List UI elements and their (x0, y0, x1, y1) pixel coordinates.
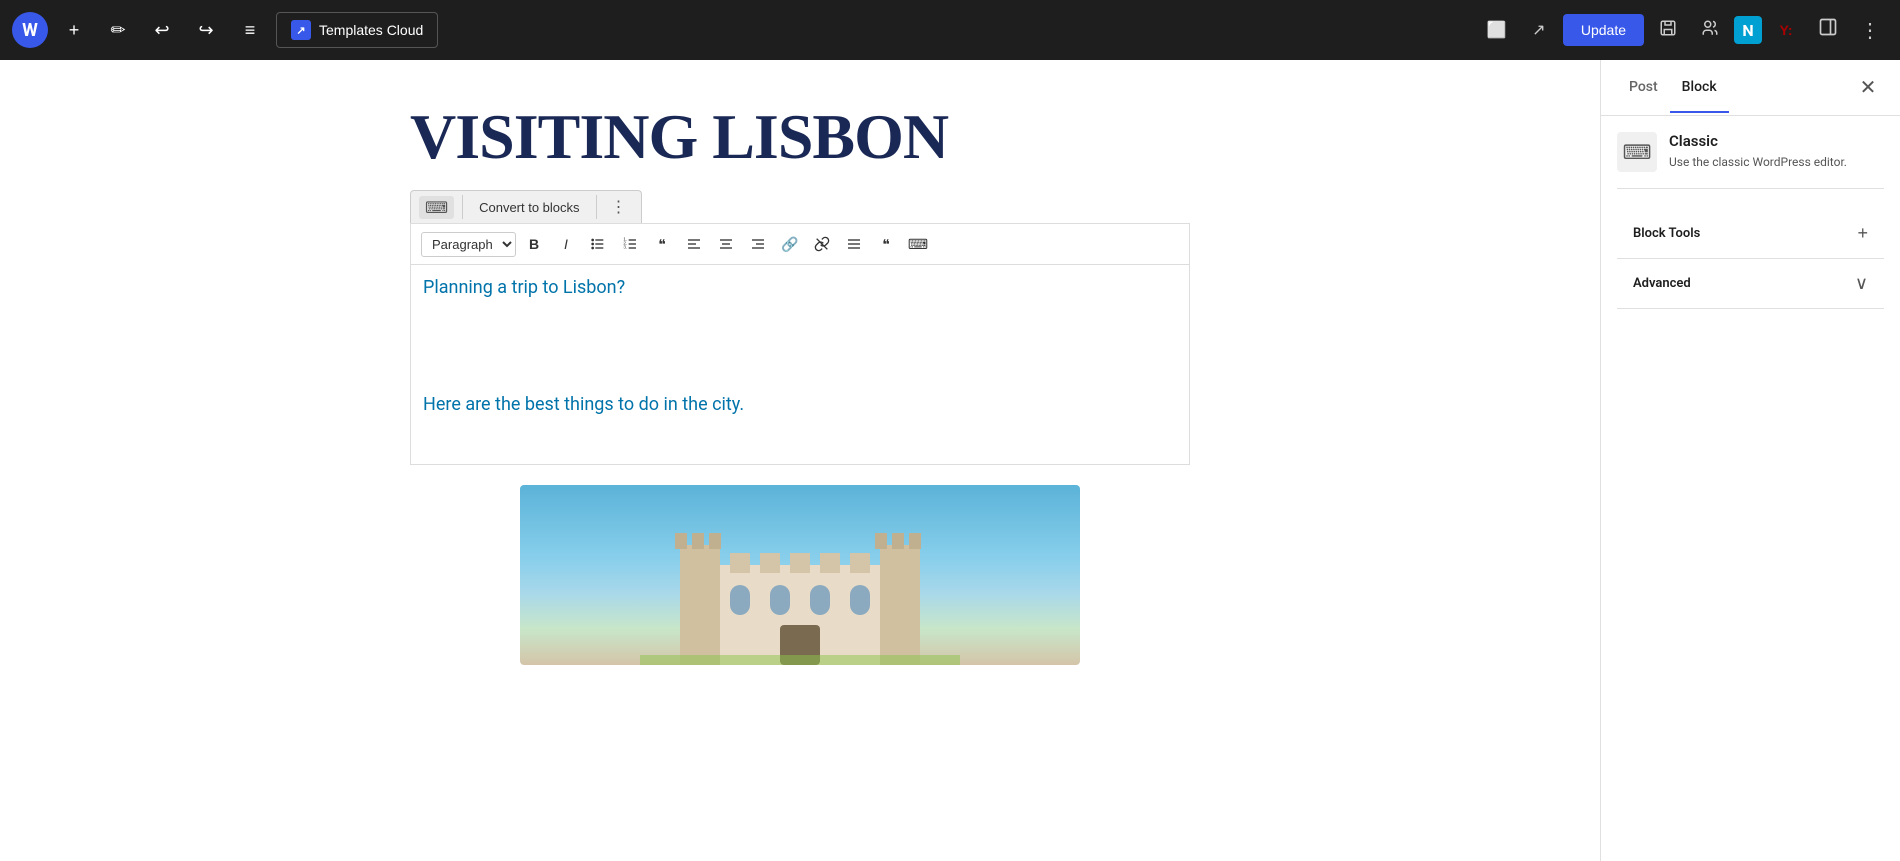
ordered-list-button[interactable]: 1.2.3. (616, 230, 644, 258)
advanced-header[interactable]: Advanced ∨ (1617, 259, 1884, 308)
chevron-down-icon: ∨ (1855, 273, 1868, 294)
save-draft-button[interactable] (1650, 12, 1686, 48)
post-title[interactable]: VISITING LISBON (410, 100, 1190, 174)
indent-button[interactable]: ❝ (872, 230, 900, 258)
castle-svg (640, 505, 960, 665)
unlink-button[interactable] (808, 230, 836, 258)
unordered-list-button[interactable] (584, 230, 612, 258)
block-icon: ⌨ (1617, 132, 1657, 172)
paragraph-select[interactable]: Paragraph (421, 232, 516, 257)
undo-button[interactable]: ↩ (144, 12, 180, 48)
save-icon (1659, 19, 1677, 42)
blockquote-button[interactable]: ❝ (648, 230, 676, 258)
lisbon-image (520, 485, 1080, 665)
sidebar-icon (1818, 17, 1838, 43)
toolbar-divider-2 (596, 195, 597, 219)
editor-content: VISITING LISBON ⌨ Convert to blocks ⋮ P (350, 100, 1250, 665)
align-right-button[interactable] (744, 230, 772, 258)
classic-editor-body[interactable]: Planning a trip to Lisbon? Here are the … (410, 265, 1190, 465)
classic-block-toolbar: ⌨ Convert to blocks ⋮ (410, 190, 642, 223)
wp-logo-icon[interactable]: W (12, 12, 48, 48)
editor-area[interactable]: VISITING LISBON ⌨ Convert to blocks ⋮ P (0, 60, 1600, 861)
advanced-section: Advanced ∨ (1617, 259, 1884, 309)
convert-to-blocks-button[interactable]: Convert to blocks (471, 196, 587, 219)
advanced-label: Advanced (1633, 276, 1691, 291)
n-plugin-icon[interactable]: N (1734, 16, 1762, 44)
content-paragraph-2[interactable]: Here are the best things to do in the ci… (411, 394, 1189, 415)
templates-cloud-label: Templates Cloud (319, 22, 423, 38)
top-toolbar: W + ✏ ↩ ↪ ≡ ↗ Templates Cloud ⬜ ↗ Update (0, 0, 1900, 60)
source-button[interactable]: ⌨ (904, 230, 932, 258)
edit-mode-button[interactable]: ✏ (100, 12, 136, 48)
link-button[interactable]: 🔗 (776, 230, 804, 258)
tab-post[interactable]: Post (1617, 63, 1670, 113)
plus-icon: + (1857, 223, 1868, 244)
list-view-button[interactable]: ≡ (232, 12, 268, 48)
classic-block[interactable]: ⌨ Convert to blocks ⋮ Paragraph B I (410, 190, 1190, 465)
users-icon (1701, 19, 1719, 42)
vertical-dots-icon: ⋮ (1860, 18, 1880, 43)
classic-keyboard-icon: ⌨ (419, 196, 454, 219)
sidebar-toggle-button[interactable] (1810, 12, 1846, 48)
advanced-toggle[interactable]: ∨ (1855, 273, 1868, 294)
redo-button[interactable]: ↪ (188, 12, 224, 48)
block-info-section: ⌨ Classic Use the classic WordPress edit… (1617, 132, 1884, 189)
preview-button[interactable]: ↗ (1521, 12, 1557, 48)
block-description: Use the classic WordPress editor. (1669, 154, 1847, 171)
keyboard-icon: ⌨ (1623, 140, 1652, 164)
bold-button[interactable]: B (520, 230, 548, 258)
content-gap (411, 314, 1189, 394)
desktop-icon: ⬜ (1487, 20, 1507, 40)
add-block-button[interactable]: + (56, 12, 92, 48)
toolbar-divider (462, 195, 463, 219)
pencil-icon: ✏ (110, 20, 125, 41)
templates-cloud-icon: ↗ (291, 20, 311, 40)
yoast-button[interactable]: Y: (1768, 12, 1804, 48)
desktop-view-button[interactable]: ⬜ (1479, 12, 1515, 48)
hr-button[interactable] (840, 230, 868, 258)
block-name: Classic (1669, 132, 1847, 150)
svg-text:3.: 3. (623, 245, 627, 250)
external-link-icon: ↗ (1532, 20, 1545, 40)
italic-button[interactable]: I (552, 230, 580, 258)
update-button[interactable]: Update (1563, 14, 1644, 46)
redo-icon: ↪ (198, 20, 213, 41)
align-center-button[interactable] (712, 230, 740, 258)
three-dots-icon: ⋮ (611, 199, 627, 216)
users-button[interactable] (1692, 12, 1728, 48)
tab-block[interactable]: Block (1670, 63, 1729, 113)
align-left-button[interactable] (680, 230, 708, 258)
yoast-icon: Y: (1780, 22, 1793, 38)
block-info-text: Classic Use the classic WordPress editor… (1669, 132, 1847, 171)
formatting-toolbar: Paragraph B I 1.2.3. ❝ (410, 223, 1190, 265)
sidebar-tab-bar: Post Block ✕ (1601, 60, 1900, 116)
sidebar-body: ⌨ Classic Use the classic WordPress edit… (1601, 116, 1900, 861)
plus-icon: + (69, 20, 80, 41)
main-layout: VISITING LISBON ⌨ Convert to blocks ⋮ P (0, 60, 1900, 861)
more-options-button[interactable]: ⋮ (1852, 12, 1888, 48)
templates-cloud-button[interactable]: ↗ Templates Cloud (276, 12, 438, 48)
content-paragraph-1[interactable]: Planning a trip to Lisbon? (411, 277, 1189, 298)
toolbar-right: ⬜ ↗ Update N Y: (1479, 12, 1888, 48)
list-view-icon: ≡ (245, 20, 256, 41)
block-tools-label: Block Tools (1633, 226, 1700, 241)
undo-icon: ↩ (154, 20, 169, 41)
image-block[interactable] (410, 485, 1190, 665)
classic-more-button[interactable]: ⋮ (605, 195, 633, 219)
right-sidebar: Post Block ✕ ⌨ Classic Use the classic W… (1600, 60, 1900, 861)
close-icon: ✕ (1860, 75, 1877, 100)
sidebar-close-button[interactable]: ✕ (1852, 72, 1884, 104)
block-tools-section: Block Tools + (1617, 209, 1884, 259)
block-tools-header[interactable]: Block Tools + (1617, 209, 1884, 258)
block-tools-toggle[interactable]: + (1857, 223, 1868, 244)
